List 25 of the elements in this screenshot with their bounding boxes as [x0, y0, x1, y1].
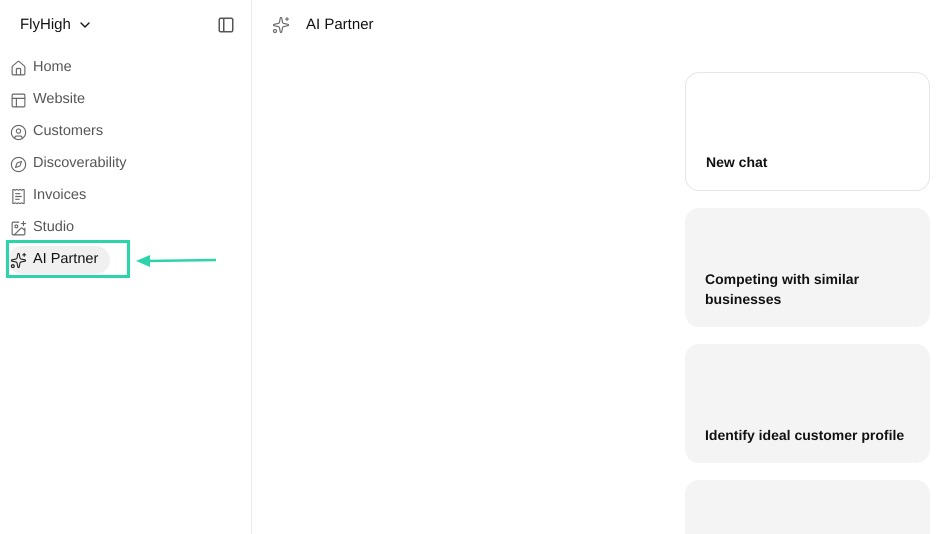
workspace-switcher[interactable]: FlyHigh [20, 14, 93, 36]
sidebar-toggle-icon[interactable] [217, 16, 235, 34]
sidebar-item[interactable]: Discoverability [8, 150, 138, 178]
sidebar-item[interactable]: Website [8, 86, 98, 114]
user-circle-icon [10, 124, 27, 140]
layout-icon [10, 92, 27, 108]
image-plus-icon [10, 220, 27, 236]
card-title: Identify ideal customer profile [705, 426, 906, 445]
sidebar-item[interactable]: Invoices [8, 182, 98, 210]
sidebar-item[interactable]: Customers [8, 118, 116, 146]
house-icon [10, 60, 27, 76]
compass-icon [10, 156, 27, 172]
card-title: New chat [706, 153, 768, 172]
prompt-card[interactable]: Competing with similar businesses [685, 208, 930, 327]
arrow-icon [136, 254, 218, 268]
prompt-card[interactable]: New chat [685, 72, 930, 191]
sidebar-item[interactable]: AI Partner [8, 246, 110, 274]
sparkles-icon [272, 16, 290, 34]
receipt-icon [10, 188, 27, 204]
sidebar-item[interactable]: Home [8, 54, 84, 82]
page-title: AI Partner [306, 14, 374, 35]
sidebar-item[interactable]: Studio [8, 214, 86, 242]
card-title: Competing with similar businesses [705, 270, 860, 309]
prompt-card[interactable]: Identify ideal customer profile [685, 344, 930, 463]
sparkles-icon [10, 252, 27, 268]
